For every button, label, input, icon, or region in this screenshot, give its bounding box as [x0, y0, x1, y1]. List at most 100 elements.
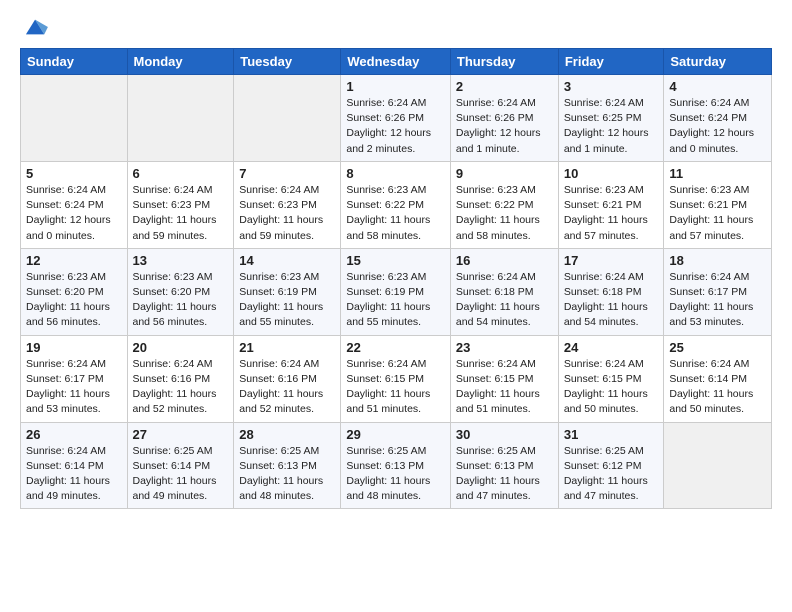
calendar-week-4: 19 Sunrise: 6:24 AM Sunset: 6:17 PM Dayli…	[21, 335, 772, 422]
day-info: Sunrise: 6:23 AM Sunset: 6:20 PM Dayligh…	[133, 270, 229, 331]
day-info: Sunrise: 6:24 AM Sunset: 6:23 PM Dayligh…	[133, 183, 229, 244]
day-info: Sunrise: 6:24 AM Sunset: 6:17 PM Dayligh…	[669, 270, 766, 331]
calendar-cell: 22 Sunrise: 6:24 AM Sunset: 6:15 PM Dayli…	[341, 335, 451, 422]
day-info: Sunrise: 6:24 AM Sunset: 6:16 PM Dayligh…	[133, 357, 229, 418]
calendar-week-3: 12 Sunrise: 6:23 AM Sunset: 6:20 PM Dayli…	[21, 248, 772, 335]
day-number: 27	[133, 427, 229, 442]
day-info: Sunrise: 6:24 AM Sunset: 6:26 PM Dayligh…	[346, 96, 445, 157]
day-number: 14	[239, 253, 335, 268]
day-number: 22	[346, 340, 445, 355]
day-of-week-sunday: Sunday	[21, 49, 128, 75]
day-number: 20	[133, 340, 229, 355]
calendar-header-row: SundayMondayTuesdayWednesdayThursdayFrid…	[21, 49, 772, 75]
day-info: Sunrise: 6:25 AM Sunset: 6:13 PM Dayligh…	[456, 444, 553, 505]
day-number: 5	[26, 166, 122, 181]
day-number: 7	[239, 166, 335, 181]
day-number: 3	[564, 79, 659, 94]
day-number: 19	[26, 340, 122, 355]
day-info: Sunrise: 6:23 AM Sunset: 6:19 PM Dayligh…	[346, 270, 445, 331]
day-number: 2	[456, 79, 553, 94]
calendar-cell: 27 Sunrise: 6:25 AM Sunset: 6:14 PM Dayli…	[127, 422, 234, 509]
day-number: 6	[133, 166, 229, 181]
calendar-cell: 16 Sunrise: 6:24 AM Sunset: 6:18 PM Dayli…	[450, 248, 558, 335]
day-number: 18	[669, 253, 766, 268]
day-info: Sunrise: 6:25 AM Sunset: 6:13 PM Dayligh…	[239, 444, 335, 505]
calendar-cell: 7Sunrise: 6:24 AM Sunset: 6:23 PM Daylig…	[234, 161, 341, 248]
calendar-cell: 4Sunrise: 6:24 AM Sunset: 6:24 PM Daylig…	[664, 75, 772, 162]
day-info: Sunrise: 6:24 AM Sunset: 6:17 PM Dayligh…	[26, 357, 122, 418]
day-number: 10	[564, 166, 659, 181]
day-info: Sunrise: 6:23 AM Sunset: 6:21 PM Dayligh…	[669, 183, 766, 244]
day-info: Sunrise: 6:24 AM Sunset: 6:18 PM Dayligh…	[456, 270, 553, 331]
calendar-cell: 1Sunrise: 6:24 AM Sunset: 6:26 PM Daylig…	[341, 75, 451, 162]
calendar-cell: 12 Sunrise: 6:23 AM Sunset: 6:20 PM Dayli…	[21, 248, 128, 335]
day-number: 21	[239, 340, 335, 355]
calendar-cell: 15 Sunrise: 6:23 AM Sunset: 6:19 PM Dayli…	[341, 248, 451, 335]
calendar-cell: 6 Sunrise: 6:24 AM Sunset: 6:23 PM Daylig…	[127, 161, 234, 248]
calendar-cell: 10 Sunrise: 6:23 AM Sunset: 6:21 PM Dayli…	[558, 161, 664, 248]
day-number: 28	[239, 427, 335, 442]
day-number: 24	[564, 340, 659, 355]
day-number: 11	[669, 166, 766, 181]
day-number: 25	[669, 340, 766, 355]
calendar-cell: 28 Sunrise: 6:25 AM Sunset: 6:13 PM Dayli…	[234, 422, 341, 509]
day-info: Sunrise: 6:24 AM Sunset: 6:15 PM Dayligh…	[346, 357, 445, 418]
calendar-cell: 11 Sunrise: 6:23 AM Sunset: 6:21 PM Dayli…	[664, 161, 772, 248]
day-of-week-tuesday: Tuesday	[234, 49, 341, 75]
calendar-cell: 25Sunrise: 6:24 AM Sunset: 6:14 PM Dayli…	[664, 335, 772, 422]
calendar-cell: 13Sunrise: 6:23 AM Sunset: 6:20 PM Dayli…	[127, 248, 234, 335]
calendar-cell: 9Sunrise: 6:23 AM Sunset: 6:22 PM Daylig…	[450, 161, 558, 248]
calendar-week-1: 1Sunrise: 6:24 AM Sunset: 6:26 PM Daylig…	[21, 75, 772, 162]
day-info: Sunrise: 6:23 AM Sunset: 6:22 PM Dayligh…	[346, 183, 445, 244]
day-info: Sunrise: 6:24 AM Sunset: 6:24 PM Dayligh…	[26, 183, 122, 244]
calendar-cell: 21 Sunrise: 6:24 AM Sunset: 6:16 PM Dayli…	[234, 335, 341, 422]
logo-icon	[22, 16, 50, 38]
calendar-cell: 3Sunrise: 6:24 AM Sunset: 6:25 PM Daylig…	[558, 75, 664, 162]
day-number: 16	[456, 253, 553, 268]
calendar-cell	[127, 75, 234, 162]
day-info: Sunrise: 6:24 AM Sunset: 6:26 PM Dayligh…	[456, 96, 553, 157]
day-of-week-wednesday: Wednesday	[341, 49, 451, 75]
day-number: 9	[456, 166, 553, 181]
calendar-cell	[21, 75, 128, 162]
calendar-cell: 2 Sunrise: 6:24 AM Sunset: 6:26 PM Daylig…	[450, 75, 558, 162]
day-info: Sunrise: 6:25 AM Sunset: 6:13 PM Dayligh…	[346, 444, 445, 505]
day-of-week-monday: Monday	[127, 49, 234, 75]
calendar-cell: 29 Sunrise: 6:25 AM Sunset: 6:13 PM Dayli…	[341, 422, 451, 509]
day-of-week-thursday: Thursday	[450, 49, 558, 75]
calendar-week-5: 26 Sunrise: 6:24 AM Sunset: 6:14 PM Dayli…	[21, 422, 772, 509]
day-number: 26	[26, 427, 122, 442]
day-number: 29	[346, 427, 445, 442]
calendar-cell: 17 Sunrise: 6:24 AM Sunset: 6:18 PM Dayli…	[558, 248, 664, 335]
day-number: 12	[26, 253, 122, 268]
day-number: 15	[346, 253, 445, 268]
calendar-cell: 30 Sunrise: 6:25 AM Sunset: 6:13 PM Dayli…	[450, 422, 558, 509]
day-number: 8	[346, 166, 445, 181]
page: SundayMondayTuesdayWednesdayThursdayFrid…	[0, 0, 792, 525]
day-info: Sunrise: 6:24 AM Sunset: 6:15 PM Dayligh…	[456, 357, 553, 418]
calendar-cell: 5 Sunrise: 6:24 AM Sunset: 6:24 PM Daylig…	[21, 161, 128, 248]
calendar-cell: 20 Sunrise: 6:24 AM Sunset: 6:16 PM Dayli…	[127, 335, 234, 422]
calendar-cell: 19 Sunrise: 6:24 AM Sunset: 6:17 PM Dayli…	[21, 335, 128, 422]
day-info: Sunrise: 6:23 AM Sunset: 6:20 PM Dayligh…	[26, 270, 122, 331]
day-of-week-friday: Friday	[558, 49, 664, 75]
calendar-cell: 8 Sunrise: 6:23 AM Sunset: 6:22 PM Daylig…	[341, 161, 451, 248]
calendar-cell: 24 Sunrise: 6:24 AM Sunset: 6:15 PM Dayli…	[558, 335, 664, 422]
day-info: Sunrise: 6:23 AM Sunset: 6:19 PM Dayligh…	[239, 270, 335, 331]
calendar: SundayMondayTuesdayWednesdayThursdayFrid…	[20, 48, 772, 509]
header	[20, 16, 772, 38]
calendar-cell: 31Sunrise: 6:25 AM Sunset: 6:12 PM Dayli…	[558, 422, 664, 509]
calendar-cell: 14 Sunrise: 6:23 AM Sunset: 6:19 PM Dayli…	[234, 248, 341, 335]
day-info: Sunrise: 6:24 AM Sunset: 6:18 PM Dayligh…	[564, 270, 659, 331]
calendar-week-2: 5 Sunrise: 6:24 AM Sunset: 6:24 PM Daylig…	[21, 161, 772, 248]
day-number: 23	[456, 340, 553, 355]
day-info: Sunrise: 6:24 AM Sunset: 6:15 PM Dayligh…	[564, 357, 659, 418]
day-info: Sunrise: 6:24 AM Sunset: 6:14 PM Dayligh…	[26, 444, 122, 505]
day-number: 30	[456, 427, 553, 442]
calendar-cell	[664, 422, 772, 509]
day-info: Sunrise: 6:24 AM Sunset: 6:16 PM Dayligh…	[239, 357, 335, 418]
day-number: 4	[669, 79, 766, 94]
day-info: Sunrise: 6:25 AM Sunset: 6:14 PM Dayligh…	[133, 444, 229, 505]
day-info: Sunrise: 6:23 AM Sunset: 6:21 PM Dayligh…	[564, 183, 659, 244]
day-number: 17	[564, 253, 659, 268]
